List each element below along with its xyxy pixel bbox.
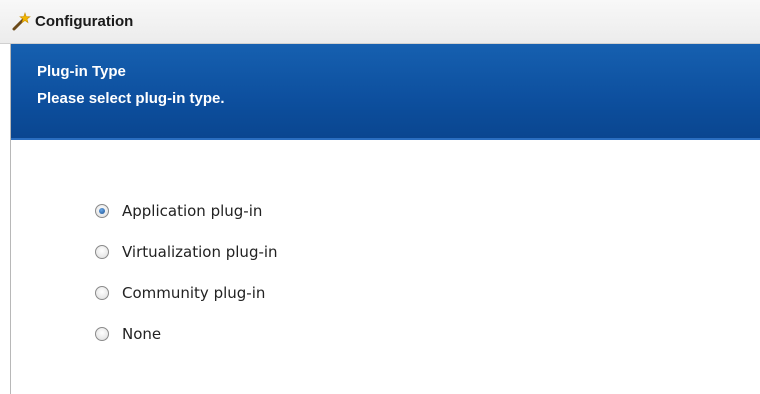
radio-option-community[interactable]: Community plug-in [95,281,278,305]
window-title: Configuration [35,13,134,30]
title-bar: Configuration [0,0,760,44]
banner-title: Plug-in Type [37,63,126,80]
radio-option-none[interactable]: None [95,322,278,346]
radio-button-application[interactable] [95,204,109,218]
plugin-type-radio-group: Application plug-in Virtualization plug-… [95,199,278,363]
radio-label-community[interactable]: Community plug-in [122,284,265,302]
configuration-window: Configuration Plug-in Type Please select… [0,0,760,394]
radio-option-application[interactable]: Application plug-in [95,199,278,223]
radio-button-virtualization[interactable] [95,245,109,259]
wizard-wand-icon [10,11,32,33]
radio-label-virtualization[interactable]: Virtualization plug-in [122,243,278,261]
radio-label-none[interactable]: None [122,325,161,343]
banner-subtitle: Please select plug-in type. [37,90,225,107]
radio-label-application[interactable]: Application plug-in [122,202,262,220]
radio-option-virtualization[interactable]: Virtualization plug-in [95,240,278,264]
header-banner: Plug-in Type Please select plug-in type. [11,44,760,140]
radio-button-none[interactable] [95,327,109,341]
radio-button-community[interactable] [95,286,109,300]
